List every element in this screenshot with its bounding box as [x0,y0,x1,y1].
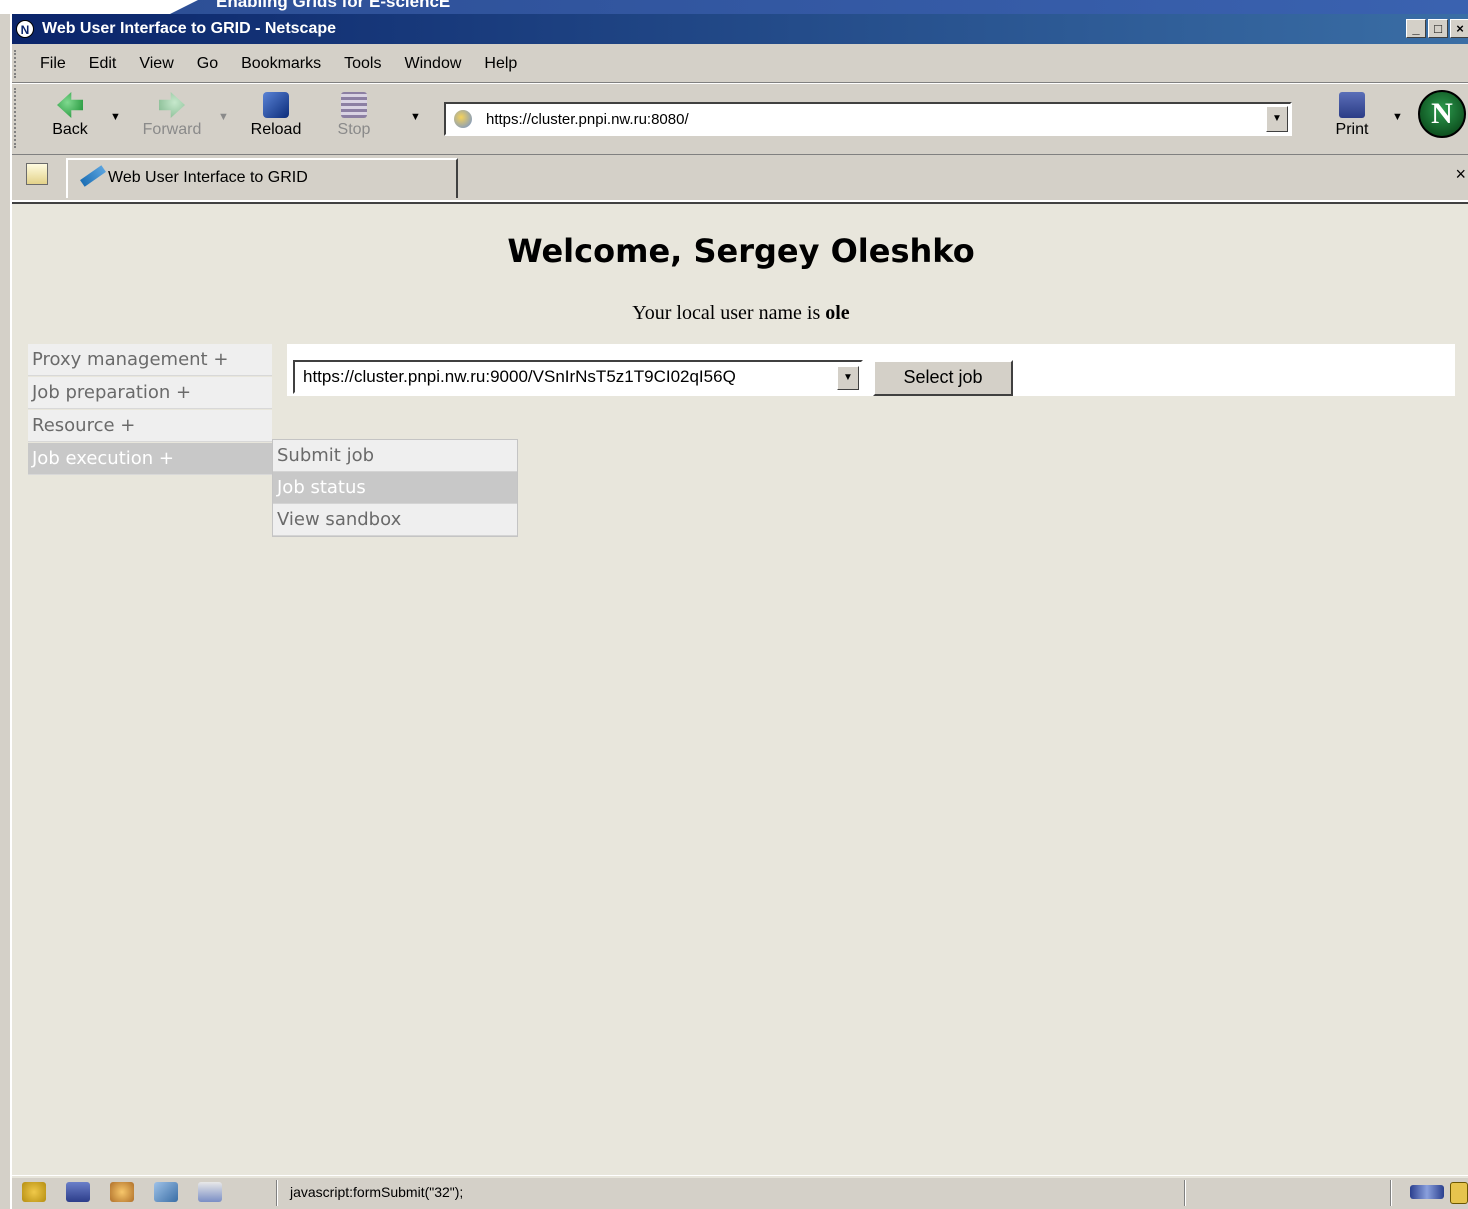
window-controls: _ □ × [1406,19,1468,38]
menu-bar: File Edit View Go Bookmarks Tools Window… [12,46,1468,83]
local-user-line: Your local user name is ole [12,302,1468,325]
menu-items: File Edit View Go Bookmarks Tools Window… [40,55,540,73]
submenu-view-sandbox[interactable]: View sandbox [273,504,517,536]
close-window-button[interactable]: × [1450,19,1468,38]
print-label: Print [1335,121,1369,138]
tab-web-user-interface[interactable]: Web User Interface to GRID [66,158,458,198]
print-dropdown-icon[interactable]: ▼ [1392,111,1403,123]
security-lock-icon[interactable] [1450,1182,1468,1204]
window-title: Web User Interface to GRID - Netscape [42,20,337,37]
menu-proxy-management[interactable]: Proxy management + [28,344,272,376]
job-select-dropdown-icon[interactable]: ▼ [837,366,859,390]
status-divider-right [1390,1180,1392,1206]
stop-icon [341,92,367,118]
url-text[interactable]: https://cluster.pnpi.nw.ru:8080/ [486,111,689,128]
menu-view[interactable]: View [139,55,173,73]
print-button[interactable]: Print [1322,92,1382,139]
page-title: Welcome, Sergey Oleshko [507,232,975,270]
forward-dropdown-icon[interactable]: ▼ [218,111,229,123]
netscape-app-icon[interactable]: N [16,20,34,38]
job-select-form: https://cluster.pnpi.nw.ru:9000/VSnIrNsT… [287,344,1455,396]
address-book-icon[interactable] [198,1182,222,1202]
title-bar: N Web User Interface to GRID - Netscape … [12,14,1468,44]
local-user-name: ole [825,302,850,324]
job-select-value: https://cluster.pnpi.nw.ru:9000/VSnIrNsT… [303,367,736,386]
back-label: Back [52,121,88,138]
toolbar-dropdown-icon[interactable]: ▼ [410,111,421,123]
submenu-job-status[interactable]: Job status [273,472,517,504]
tab-strip: Web User Interface to GRID × [12,154,1468,202]
url-field[interactable]: https://cluster.pnpi.nw.ru:8080/ ▼ [444,102,1292,136]
forward-arrow-icon [159,92,185,118]
reload-label: Reload [250,121,302,138]
menu-file[interactable]: File [40,55,66,73]
page-content: Welcome, Sergey Oleshko Your local user … [12,202,1468,1178]
maximize-button[interactable]: □ [1428,19,1448,38]
menu-go[interactable]: Go [197,55,218,73]
status-bar: javascript:formSubmit("32"); [12,1175,1468,1209]
menu-edit[interactable]: Edit [89,55,117,73]
back-arrow-icon [57,92,83,118]
component-bar [22,1182,222,1202]
menu-job-execution[interactable]: Job execution + [28,443,272,475]
tab-label: Web User Interface to GRID [108,169,308,186]
reload-icon [263,92,289,118]
printer-icon [1339,92,1365,118]
pen-icon [80,165,106,187]
back-dropdown-icon[interactable]: ▼ [110,111,121,123]
local-user-prefix: Your local user name is [632,302,826,324]
netscape-logo-icon[interactable]: N [1418,90,1466,138]
forward-label: Forward [142,121,202,138]
mail-icon[interactable] [66,1182,90,1202]
stop-button[interactable]: Stop [324,92,384,139]
banner-band: Enabling Grids for E-sciencE [170,0,1468,14]
menu-window[interactable]: Window [404,55,461,73]
navbar-grip[interactable] [14,88,22,148]
status-text: javascript:formSubmit("32"); [290,1184,464,1200]
close-tab-icon[interactable]: × [1455,164,1466,185]
select-job-button[interactable]: Select job [873,360,1013,396]
url-history-dropdown[interactable]: ▼ [1266,106,1288,132]
banner-text: Enabling Grids for E-sciencE [216,0,451,11]
instant-messenger-icon[interactable] [110,1182,134,1202]
site-icon[interactable] [454,110,472,128]
status-divider-progress [1184,1180,1186,1206]
egee-banner: Enabling Grids for E-sciencE [0,0,1468,14]
menu-bookmarks[interactable]: Bookmarks [241,55,321,73]
menu-tools[interactable]: Tools [344,55,381,73]
menu-resource[interactable]: Resource + [28,410,272,442]
status-divider [276,1180,278,1206]
forward-button[interactable]: Forward [142,92,202,139]
menu-help[interactable]: Help [484,55,517,73]
online-status-icon[interactable] [1410,1185,1444,1199]
menubar-grip[interactable] [14,50,22,78]
back-button[interactable]: Back [40,92,100,139]
stop-label: Stop [337,121,371,138]
job-execution-submenu: Submit job Job status View sandbox [272,439,518,537]
browser-window: N Web User Interface to GRID - Netscape … [10,14,1468,1209]
menu-job-preparation[interactable]: Job preparation + [28,377,272,409]
minimize-button[interactable]: _ [1406,19,1426,38]
navigation-toolbar: Back ▼ Forward ▼ Reload Stop ▼ https://c… [12,83,1468,155]
composer-icon[interactable] [154,1182,178,1202]
submenu-submit-job[interactable]: Submit job [273,440,517,472]
side-menu: Proxy management + Job preparation + Res… [28,344,272,476]
navigator-icon[interactable] [22,1182,46,1202]
job-select[interactable]: https://cluster.pnpi.nw.ru:9000/VSnIrNsT… [293,360,863,394]
new-tab-icon[interactable] [26,163,48,185]
reload-button[interactable]: Reload [246,92,306,139]
